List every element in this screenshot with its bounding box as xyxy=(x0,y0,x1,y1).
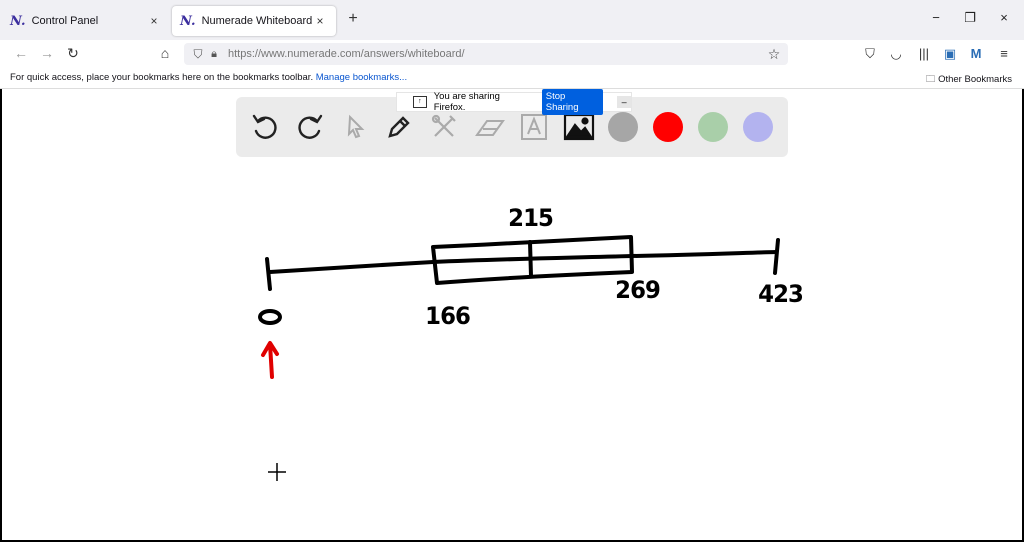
pocket-icon[interactable]: ◡ xyxy=(886,46,906,62)
forward-icon[interactable]: → xyxy=(38,45,56,61)
shield-icon[interactable]: ⛉ xyxy=(190,47,206,62)
median-line xyxy=(528,240,533,278)
pointer-icon xyxy=(347,114,365,139)
sharing-text: You are sharing Firefox. xyxy=(433,91,500,113)
color-swatch-green[interactable] xyxy=(698,112,728,142)
whiteboard-canvas[interactable] xyxy=(0,89,1024,544)
share-screen-icon: ↑ xyxy=(413,96,427,108)
color-swatch-gray[interactable] xyxy=(608,112,638,142)
pointer-button[interactable] xyxy=(338,110,372,144)
tab-title: Numerade Whiteboard xyxy=(201,15,312,27)
tab-close-icon[interactable]: × xyxy=(312,14,328,28)
text-icon xyxy=(521,114,547,140)
restore-button[interactable]: ❐ xyxy=(960,10,980,26)
extension-icon[interactable]: ▣ xyxy=(940,46,960,62)
color-swatch-red[interactable] xyxy=(653,112,683,142)
eraser-icon xyxy=(475,120,505,136)
address-bar[interactable]: ⛉ 🔒︎ https://www.numerade.com/answers/wh… xyxy=(184,43,788,65)
redo-button[interactable] xyxy=(293,110,327,144)
tools-button[interactable] xyxy=(427,110,461,144)
extension-m-icon[interactable]: M xyxy=(966,46,986,61)
q3-label: 269 xyxy=(615,276,661,304)
save-to-pocket-icon[interactable]: ⛉ xyxy=(860,46,880,62)
pen-icon xyxy=(388,116,410,138)
sharing-minimize-button[interactable]: – xyxy=(617,96,631,108)
tab-control-panel[interactable]: N. Control Panel × xyxy=(2,6,170,36)
min-label: 0 xyxy=(259,300,274,328)
manage-bookmarks-link[interactable]: Manage bookmarks... xyxy=(316,72,407,83)
image-button[interactable] xyxy=(562,110,596,144)
color-swatch-purple[interactable] xyxy=(743,112,773,142)
tab-title: Control Panel xyxy=(31,15,99,27)
text-button[interactable] xyxy=(517,110,551,144)
menu-icon[interactable]: ≡ xyxy=(994,46,1014,61)
numerade-favicon-icon: N. xyxy=(180,13,196,29)
tab-bar: N. Control Panel × N. Numerade Whiteboar… xyxy=(0,0,1024,40)
tab-numerade-whiteboard[interactable]: N. Numerade Whiteboard × xyxy=(172,6,336,36)
other-bookmarks-button[interactable]: 🗀︎ Other Bookmarks xyxy=(926,72,1012,88)
crosshair-cursor xyxy=(268,463,286,481)
window-close-button[interactable]: × xyxy=(994,10,1014,25)
bookmarks-hint: For quick access, place your bookmarks h… xyxy=(10,72,314,83)
red-arrow xyxy=(261,341,279,379)
minimize-button[interactable]: − xyxy=(926,10,946,25)
max-label: 423 xyxy=(758,280,804,308)
back-icon[interactable]: ← xyxy=(12,45,30,61)
lock-icon[interactable]: 🔒︎ xyxy=(206,48,222,61)
folder-icon: 🗀︎ xyxy=(925,74,936,85)
undo-icon xyxy=(252,114,277,139)
q1-label: 166 xyxy=(425,302,471,330)
stop-sharing-button[interactable]: Stop Sharing xyxy=(541,89,604,115)
undo-button[interactable] xyxy=(248,110,282,144)
tab-close-icon[interactable]: × xyxy=(146,14,162,28)
right-whisker-tick xyxy=(773,238,780,275)
number-line xyxy=(268,250,778,274)
pen-button[interactable] xyxy=(382,110,416,144)
bookmarks-toolbar: For quick access, place your bookmarks h… xyxy=(0,68,1024,89)
other-bookmarks-label: Other Bookmarks xyxy=(938,74,1012,85)
reload-icon[interactable]: ↻ xyxy=(64,45,82,62)
numerade-favicon-icon: N. xyxy=(10,13,26,29)
new-tab-button[interactable]: + xyxy=(344,10,362,28)
home-icon[interactable]: ⌂ xyxy=(156,45,174,61)
tools-icon xyxy=(431,114,456,137)
median-label: 215 xyxy=(508,204,554,232)
navigation-bar: ← → ↻ ⌂ ⛉ 🔒︎ https://www.numerade.com/an… xyxy=(0,40,1024,68)
library-icon[interactable]: ||| xyxy=(914,46,934,61)
eraser-button[interactable] xyxy=(472,110,506,144)
bookmark-star-icon[interactable]: ☆ xyxy=(764,46,784,63)
left-whisker-tick xyxy=(265,257,272,291)
redo-icon xyxy=(298,114,323,139)
sharing-indicator: ↑ You are sharing Firefox. Stop Sharing … xyxy=(396,89,632,115)
bookmarks-message: For quick access, place your bookmarks h… xyxy=(10,72,407,83)
image-icon xyxy=(563,113,595,141)
url-text[interactable]: https://www.numerade.com/answers/whitebo… xyxy=(228,48,764,60)
